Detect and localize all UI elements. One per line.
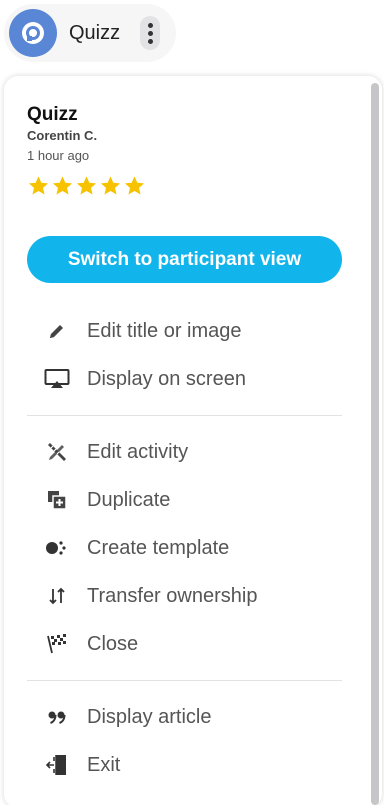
activity-title: Quizz [27,104,78,125]
quote-icon [27,697,87,737]
menu-item-exit[interactable]: Exit [27,745,342,785]
menu-item-label: Edit activity [87,440,189,463]
menu-item-label: Exit [87,753,121,776]
duplicate-icon [27,480,87,520]
menu-item-create-template[interactable]: Create template [27,528,342,568]
menu-item-transfer-ownership[interactable]: Transfer ownership [27,576,342,616]
menu-item-label: Display article [87,705,212,728]
switch-to-participant-view-button[interactable]: Switch to participant view [27,236,342,283]
star-icon [76,176,97,195]
panel-scrollbar[interactable] [371,83,379,805]
menu-item-edit-title[interactable]: Edit title or image [27,311,342,351]
pencil-icon [27,311,87,351]
menu-item-display-on-screen[interactable]: Display on screen [27,359,342,399]
menu-item-duplicate[interactable]: Duplicate [27,480,342,520]
airplay-screen-icon [27,359,87,399]
menu-divider [27,680,342,681]
menu-item-label: Display on screen [87,367,246,390]
exit-door-icon [27,745,87,785]
template-icon [27,528,87,568]
menu-item-label: Duplicate [87,488,171,511]
menu-item-edit-activity[interactable]: Edit activity [27,432,342,472]
pencil-ruler-icon [27,432,87,472]
menu-item-label: Edit title or image [87,319,242,342]
activity-time: 1 hour ago [27,148,90,163]
transfer-arrows-icon [27,576,87,616]
star-icon [124,176,145,195]
star-icon [100,176,121,195]
kebab-menu-icon[interactable] [140,16,160,50]
menu-item-label: Create template [87,536,230,559]
star-icon [28,176,49,195]
menu-item-close[interactable]: Close [27,624,342,664]
star-icon [52,176,73,195]
menu-item-display-article[interactable]: Display article [27,697,342,737]
menu-divider [27,415,342,416]
activity-author: Corentin C. [27,128,98,143]
app-name: Quizz [69,22,121,44]
app-logo-icon[interactable] [9,9,57,57]
menu-item-label: Close [87,632,139,655]
checkered-flag-icon [27,624,87,664]
rating-stars [27,175,146,197]
menu-item-label: Transfer ownership [87,584,258,607]
